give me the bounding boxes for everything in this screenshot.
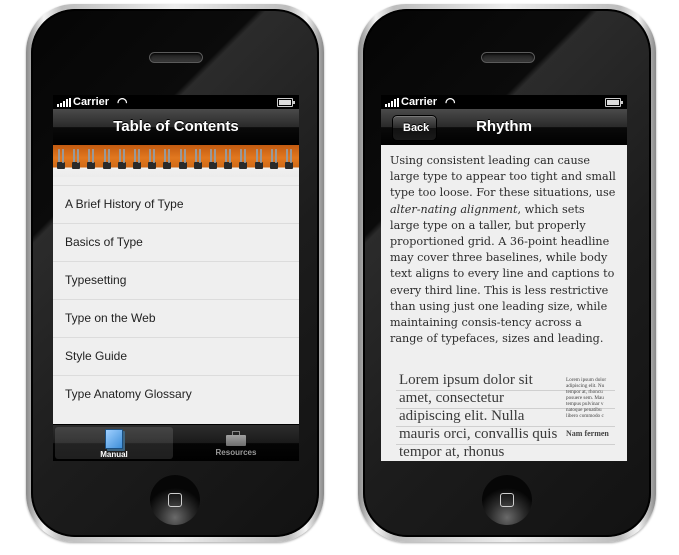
spiral-ring xyxy=(193,149,202,171)
article-emphasis: alter-nating alignment xyxy=(390,202,518,216)
tab-resources-label: Resources xyxy=(215,448,257,457)
sample-small-heading: Nam fermen xyxy=(566,429,609,438)
iphone-left: Carrier ◠ Table of Contents A Brief Hist… xyxy=(26,4,324,542)
toc-item-brief-history[interactable]: A Brief History of Type xyxy=(53,185,299,223)
home-square-icon xyxy=(500,493,514,507)
table-of-contents-list: A Brief History of Type Basics of Type T… xyxy=(53,177,299,425)
toc-item-basics-of-type[interactable]: Basics of Type xyxy=(53,223,299,261)
carrier-label: Carrier xyxy=(73,96,110,108)
toc-item-type-anatomy-glossary[interactable]: Type Anatomy Glossary xyxy=(53,375,299,413)
signal-icon xyxy=(385,98,399,107)
toolbox-icon xyxy=(226,429,246,447)
tab-manual-label: Manual xyxy=(100,450,128,459)
spiral-ring xyxy=(224,149,233,171)
screen-rhythm-article: Carrier ◠ Back Rhythm Using consistent l… xyxy=(381,95,627,461)
sample-large-text: Lorem ipsum dolor sit amet, consectetur … xyxy=(399,372,558,460)
article-text-1: Using consistent leading can cause large… xyxy=(390,154,616,200)
spiral-ring xyxy=(163,149,172,171)
book-icon xyxy=(105,429,123,449)
signal-icon xyxy=(57,98,71,107)
article-content: Using consistent leading can cause large… xyxy=(381,145,627,461)
spiral-ring xyxy=(209,149,217,171)
spiral-ring xyxy=(87,149,96,171)
spiral-ring xyxy=(285,149,293,171)
toc-item-typesetting[interactable]: Typesetting xyxy=(53,261,299,299)
spiral-ring xyxy=(239,149,248,171)
status-bar: Carrier ◠ xyxy=(53,95,299,109)
navigation-bar: Back Rhythm xyxy=(381,109,627,145)
speaker-grille xyxy=(481,52,535,63)
screen-table-of-contents: Carrier ◠ Table of Contents A Brief Hist… xyxy=(53,95,299,461)
home-button[interactable] xyxy=(150,475,200,525)
battery-icon xyxy=(277,98,295,107)
toc-item-type-on-the-web[interactable]: Type on the Web xyxy=(53,299,299,337)
tab-bar: Manual Resources xyxy=(53,424,299,461)
wifi-icon: ◠ xyxy=(445,95,456,109)
carrier-label: Carrier xyxy=(401,96,438,108)
battery-icon xyxy=(605,98,623,107)
spiral-ring xyxy=(254,149,263,171)
sample-small-text: Lorem ipsum dolor adipiscing elit. Nu te… xyxy=(566,377,612,439)
spiral-ring xyxy=(102,149,111,171)
alternating-alignment-sample: Lorem ipsum dolor sit amet, consectetur … xyxy=(381,372,627,461)
spiral-ring xyxy=(178,149,187,171)
status-bar: Carrier ◠ xyxy=(381,95,627,109)
back-button[interactable]: Back xyxy=(392,115,438,141)
page-title: Rhythm xyxy=(476,118,532,135)
speaker-grille xyxy=(149,52,203,63)
article-paragraph: Using consistent leading can cause large… xyxy=(390,153,617,347)
tab-resources[interactable]: Resources xyxy=(177,427,295,459)
page-title: Table of Contents xyxy=(113,118,239,135)
spiral-binding-decoration xyxy=(53,145,299,177)
wifi-icon: ◠ xyxy=(117,95,128,109)
iphone-right: Carrier ◠ Back Rhythm Using consistent l… xyxy=(358,4,656,542)
sample-small-line: libero commodo c xyxy=(566,413,604,419)
tab-manual[interactable]: Manual xyxy=(55,427,173,459)
spiral-ring xyxy=(117,149,126,171)
spiral-ring xyxy=(133,149,141,171)
home-button[interactable] xyxy=(482,475,532,525)
article-text-2: , which sets large type on a taller, but… xyxy=(390,202,615,346)
spiral-ring xyxy=(269,149,278,171)
home-square-icon xyxy=(168,493,182,507)
spiral-ring xyxy=(57,149,65,171)
navigation-bar: Table of Contents xyxy=(53,109,299,145)
phone-bezel: Carrier ◠ Back Rhythm Using consistent l… xyxy=(363,9,651,537)
toc-item-style-guide[interactable]: Style Guide xyxy=(53,337,299,375)
phone-bezel: Carrier ◠ Table of Contents A Brief Hist… xyxy=(31,9,319,537)
spiral-ring xyxy=(148,149,157,171)
spiral-ring xyxy=(72,149,81,171)
